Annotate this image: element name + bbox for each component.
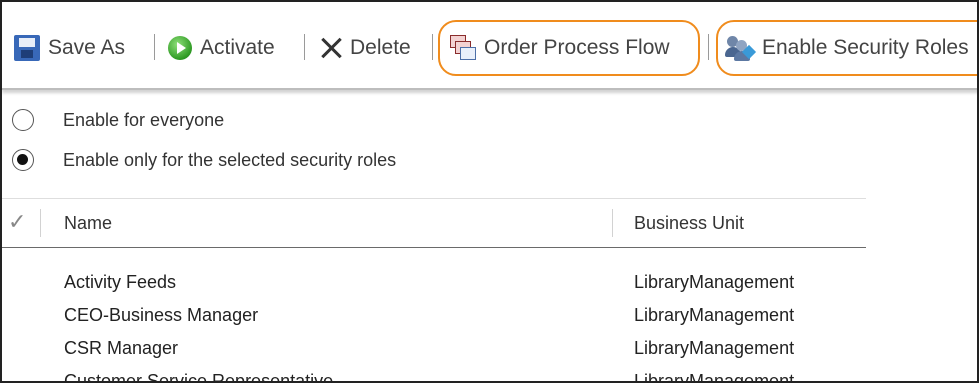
enable-security-roles-label: Enable Security Roles	[762, 36, 969, 59]
order-process-flow-button[interactable]: Order Process Flow	[450, 32, 670, 64]
business-unit-cell: LibraryManagement	[634, 338, 795, 358]
role-name-cell: CEO-Business Manager	[64, 305, 259, 325]
table-row[interactable]: CEO-Business Manager LibraryManagement	[2, 301, 866, 333]
save-as-icon	[14, 35, 40, 61]
security-roles-dialog: Save As Activate Delete Order Process Fl…	[0, 0, 979, 383]
business-unit-cell: LibraryManagement	[634, 272, 795, 292]
business-unit-cell: LibraryManagement	[634, 371, 795, 383]
table-row[interactable]: Activity Feeds LibraryManagement	[2, 268, 866, 300]
save-as-label: Save As	[48, 36, 126, 59]
roles-grid-header: ✓ Name Business Unit	[2, 198, 866, 248]
enable-for-everyone-option[interactable]: Enable for everyone	[12, 106, 224, 134]
toolbar-separator	[432, 34, 433, 60]
order-process-flow-label: Order Process Flow	[484, 36, 670, 59]
delete-button[interactable]: Delete	[320, 32, 411, 64]
role-name-cell: Activity Feeds	[64, 272, 177, 292]
enable-selected-roles-label: Enable only for the selected security ro…	[63, 149, 397, 170]
business-unit-cell: LibraryManagement	[634, 305, 795, 325]
save-as-button[interactable]: Save As	[14, 32, 125, 64]
delete-icon	[320, 37, 342, 59]
command-bar: Save As Activate Delete Order Process Fl…	[2, 2, 977, 90]
role-name-cell: Customer Service Representative	[64, 371, 334, 383]
column-header-name[interactable]: Name	[64, 213, 112, 234]
toolbar-separator	[154, 34, 155, 60]
column-separator	[40, 209, 41, 237]
toolbar-separator	[304, 34, 305, 60]
toolbar-separator	[708, 34, 709, 60]
role-name-cell: CSR Manager	[64, 338, 179, 358]
table-row[interactable]: Customer Service Representative LibraryM…	[2, 367, 866, 383]
enable-security-roles-button[interactable]: Enable Security Roles	[725, 32, 969, 64]
enable-selected-roles-option[interactable]: Enable only for the selected security ro…	[12, 146, 396, 174]
activate-label: Activate	[200, 36, 275, 59]
enable-for-everyone-radio[interactable]	[12, 109, 34, 131]
activate-icon	[168, 36, 192, 60]
column-separator	[612, 209, 613, 237]
table-row[interactable]: CSR Manager LibraryManagement	[2, 334, 866, 366]
delete-label: Delete	[350, 36, 411, 59]
activate-button[interactable]: Activate	[168, 32, 275, 64]
column-header-business-unit[interactable]: Business Unit	[634, 213, 744, 234]
enable-for-everyone-label: Enable for everyone	[63, 109, 225, 130]
select-all-checkmark-icon[interactable]: ✓	[8, 209, 26, 235]
security-roles-icon	[725, 35, 757, 61]
enable-selected-roles-radio[interactable]	[12, 149, 34, 171]
order-process-flow-icon	[450, 35, 476, 61]
